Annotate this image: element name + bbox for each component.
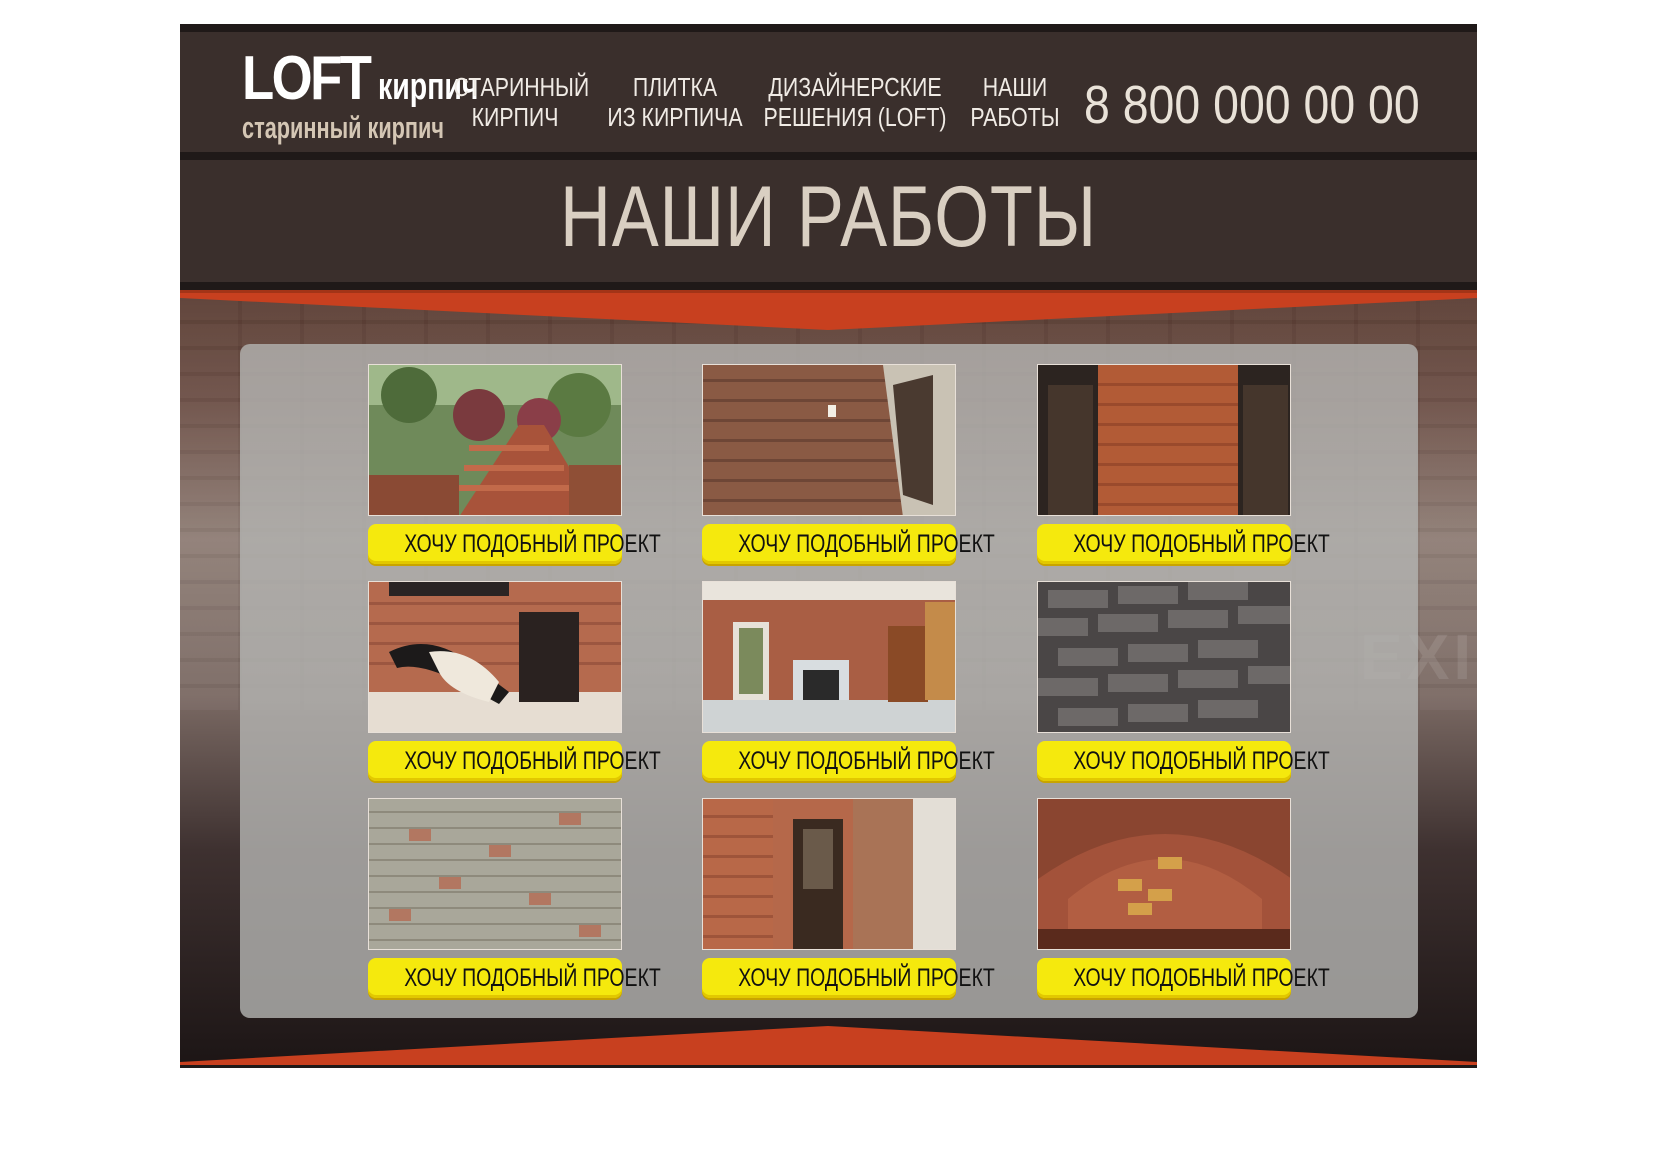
button-label: ХОЧУ ПОДОБНЫЙ ПРОЕКТ xyxy=(1073,747,1330,775)
button-label: ХОЧУ ПОДОБНЫЙ ПРОЕКТ xyxy=(404,530,661,558)
red-chevron-bottom xyxy=(180,1026,1477,1068)
want-similar-project-button[interactable]: ХОЧУ ПОДОБНЫЙ ПРОЕКТ xyxy=(1037,958,1330,998)
project-photo[interactable] xyxy=(702,581,956,733)
want-similar-project-button[interactable]: ХОЧУ ПОДОБНЫЙ ПРОЕКТ xyxy=(1037,741,1330,781)
want-similar-project-button[interactable]: ХОЧУ ПОДОБНЫЙ ПРОЕКТ xyxy=(1037,524,1330,564)
nav-item-our-works[interactable]: НАШИ РАБОТЫ xyxy=(970,72,1060,132)
page-frame: LOFT кирпич старинный кирпич СТАРИННЫЙ КИ… xyxy=(180,24,1477,1068)
project-photo[interactable] xyxy=(368,364,622,516)
button-label: ХОЧУ ПОДОБНЫЙ ПРОЕКТ xyxy=(738,530,995,558)
nav-item-old-brick[interactable]: СТАРИННЫЙ КИРПИЧ xyxy=(454,72,590,132)
header-divider xyxy=(180,152,1477,160)
nav-item-design-loft[interactable]: ДИЗАЙНЕРСКИЕ РЕШЕНИЯ (LOFT) xyxy=(761,72,950,132)
nav-item-brick-tiles[interactable]: ПЛИТКА ИЗ КИРПИЧА xyxy=(597,72,753,132)
project-photo[interactable] xyxy=(368,798,622,950)
want-similar-project-button[interactable]: ХОЧУ ПОДОБНЫЙ ПРОЕКТ xyxy=(368,958,661,998)
title-band: НАШИ РАБОТЫ xyxy=(180,160,1477,282)
want-similar-project-button[interactable]: ХОЧУ ПОДОБНЫЙ ПРОЕКТ xyxy=(368,741,661,781)
project-photo[interactable] xyxy=(702,364,956,516)
button-label: ХОЧУ ПОДОБНЫЙ ПРОЕКТ xyxy=(404,964,661,992)
project-photo[interactable] xyxy=(1037,581,1291,733)
site-header: LOFT кирпич старинный кирпич СТАРИННЫЙ КИ… xyxy=(180,24,1477,156)
want-similar-project-button[interactable]: ХОЧУ ПОДОБНЫЙ ПРОЕКТ xyxy=(702,958,995,998)
page-title: НАШИ РАБОТЫ xyxy=(559,169,1098,265)
button-label: ХОЧУ ПОДОБНЫЙ ПРОЕКТ xyxy=(404,747,661,775)
want-similar-project-button[interactable]: ХОЧУ ПОДОБНЫЙ ПРОЕКТ xyxy=(702,524,995,564)
title-divider xyxy=(180,282,1477,290)
project-photo[interactable] xyxy=(1037,364,1291,516)
want-similar-project-button[interactable]: ХОЧУ ПОДОБНЫЙ ПРОЕКТ xyxy=(368,524,661,564)
button-label: ХОЧУ ПОДОБНЫЙ ПРОЕКТ xyxy=(738,964,995,992)
phone-number[interactable]: 8 800 000 00 00 xyxy=(1084,78,1420,132)
button-label: ХОЧУ ПОДОБНЫЙ ПРОЕКТ xyxy=(1073,964,1330,992)
project-photo[interactable] xyxy=(1037,798,1291,950)
project-photo[interactable] xyxy=(702,798,956,950)
red-chevron-top xyxy=(180,290,1477,330)
button-label: ХОЧУ ПОДОБНЫЙ ПРОЕКТ xyxy=(1073,530,1330,558)
project-photo[interactable] xyxy=(368,581,622,733)
want-similar-project-button[interactable]: ХОЧУ ПОДОБНЫЙ ПРОЕКТ xyxy=(702,741,995,781)
button-label: ХОЧУ ПОДОБНЫЙ ПРОЕКТ xyxy=(738,747,995,775)
